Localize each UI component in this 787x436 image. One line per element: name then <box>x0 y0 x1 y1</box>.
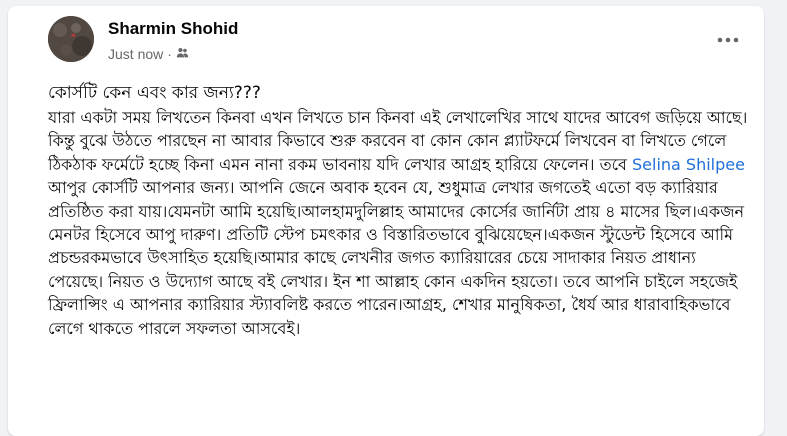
post-card: Sharmin Shohid Just now · কোর্সটি কেন এব… <box>8 6 764 436</box>
author-avatar[interactable] <box>48 16 94 62</box>
post-timestamp[interactable]: Just now <box>108 46 163 62</box>
avatar-image <box>48 16 94 62</box>
author-name[interactable]: Sharmin Shohid <box>108 19 238 39</box>
post-meta: Just now · <box>108 46 189 62</box>
more-horizontal-icon <box>717 37 739 43</box>
meta-separator: · <box>167 46 172 62</box>
post-body: যারা একটা সময় লিখতেন কিনবা এখন লিখতে চা… <box>48 106 752 340</box>
more-options-button[interactable] <box>710 22 746 58</box>
post-title: কোর্সটি কেন এবং কার জন্য??? <box>48 83 261 103</box>
friends-icon[interactable] <box>176 46 189 62</box>
mention-link[interactable]: Selina Shilpee <box>632 155 745 174</box>
post-body-text-2: আপুর কোর্সটি আপনার জন্য। আপনি জেনে অবাক … <box>48 178 745 338</box>
